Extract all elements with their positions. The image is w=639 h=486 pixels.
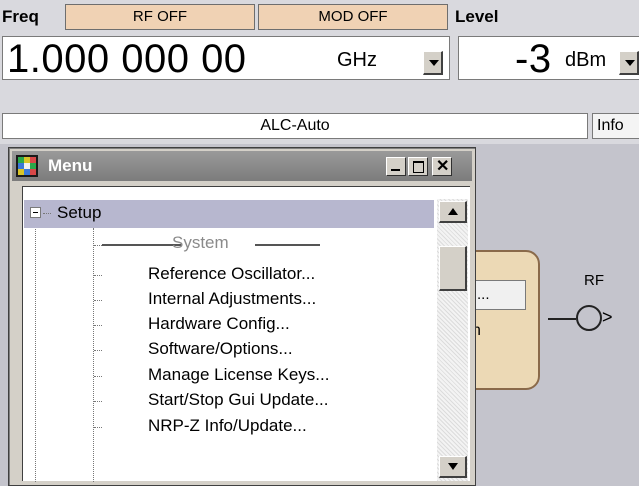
menu-item-nrp-z-info-update[interactable]: NRP-Z Info/Update... bbox=[148, 416, 307, 436]
level-unit: dBm bbox=[565, 49, 607, 71]
scrollbar-thumb[interactable] bbox=[439, 246, 467, 291]
tree-branch bbox=[94, 245, 102, 246]
menu-item-software-options[interactable]: Software/Options... bbox=[148, 339, 293, 359]
rf-off-button[interactable]: RF OFF bbox=[65, 4, 255, 30]
menu-item-manage-license-keys[interactable]: Manage License Keys... bbox=[148, 365, 329, 385]
level-label: Level bbox=[455, 7, 499, 26]
freq-label: Freq bbox=[2, 7, 39, 26]
expander-minus-icon[interactable] bbox=[30, 207, 41, 218]
tree-branch bbox=[43, 213, 51, 214]
mod-off-button[interactable]: MOD OFF bbox=[258, 4, 448, 30]
level-value: -3 bbox=[515, 37, 552, 81]
info-button[interactable]: Info bbox=[592, 113, 639, 139]
tree-line-children bbox=[93, 228, 94, 482]
tree-branch bbox=[94, 300, 102, 301]
level-unit-dropdown-icon[interactable] bbox=[619, 51, 639, 75]
menu-item-internal-adjustments[interactable]: Internal Adjustments... bbox=[148, 289, 316, 309]
tree-branch bbox=[94, 350, 102, 351]
rf-arrow-icon: > bbox=[602, 307, 613, 327]
maximize-icon[interactable] bbox=[408, 157, 428, 176]
header-bar: Freq RF OFF MOD OFF Level bbox=[0, 0, 639, 34]
scroll-down-icon[interactable] bbox=[439, 456, 467, 478]
setup-label: Setup bbox=[57, 203, 102, 222]
tree-line bbox=[35, 220, 36, 482]
value-row: 1.000 000 00 GHz -3 dBm bbox=[0, 34, 639, 82]
section-label-system: System bbox=[172, 233, 229, 252]
rf-output-line bbox=[548, 318, 576, 320]
frequency-input[interactable]: 1.000 000 00 GHz bbox=[2, 36, 450, 81]
menu-title: Menu bbox=[48, 156, 93, 175]
frequency-unit: GHz bbox=[337, 49, 377, 71]
section-separator bbox=[102, 244, 182, 246]
rf-block-button[interactable]: ... bbox=[470, 280, 526, 310]
tree-branch bbox=[94, 325, 102, 326]
menu-item-start-stop-gui-update[interactable]: Start/Stop Gui Update... bbox=[148, 390, 328, 410]
vertical-scrollbar[interactable] bbox=[437, 199, 468, 481]
menu-item-hardware-config[interactable]: Hardware Config... bbox=[148, 314, 290, 334]
tree-branch bbox=[94, 401, 102, 402]
rf-output-icon[interactable] bbox=[576, 305, 602, 331]
alc-status-field[interactable]: ALC-Auto bbox=[2, 113, 588, 139]
section-separator bbox=[255, 244, 320, 246]
tree-branch bbox=[94, 275, 102, 276]
tree-branch bbox=[94, 427, 102, 428]
menu-titlebar[interactable]: Menu ✕ bbox=[12, 151, 472, 181]
minimize-icon[interactable] bbox=[386, 157, 406, 176]
frequency-unit-dropdown-icon[interactable] bbox=[423, 51, 443, 75]
scroll-up-icon[interactable] bbox=[439, 201, 467, 223]
app-menu-icon bbox=[16, 155, 38, 177]
menu-item-reference-oscillator[interactable]: Reference Oscillator... bbox=[148, 264, 315, 284]
rf-output-label: RF bbox=[584, 272, 604, 289]
close-icon[interactable]: ✕ bbox=[432, 157, 452, 176]
level-input[interactable]: -3 dBm bbox=[458, 36, 639, 81]
frequency-value: 1.000 000 00 bbox=[7, 37, 247, 81]
tree-branch bbox=[94, 376, 102, 377]
